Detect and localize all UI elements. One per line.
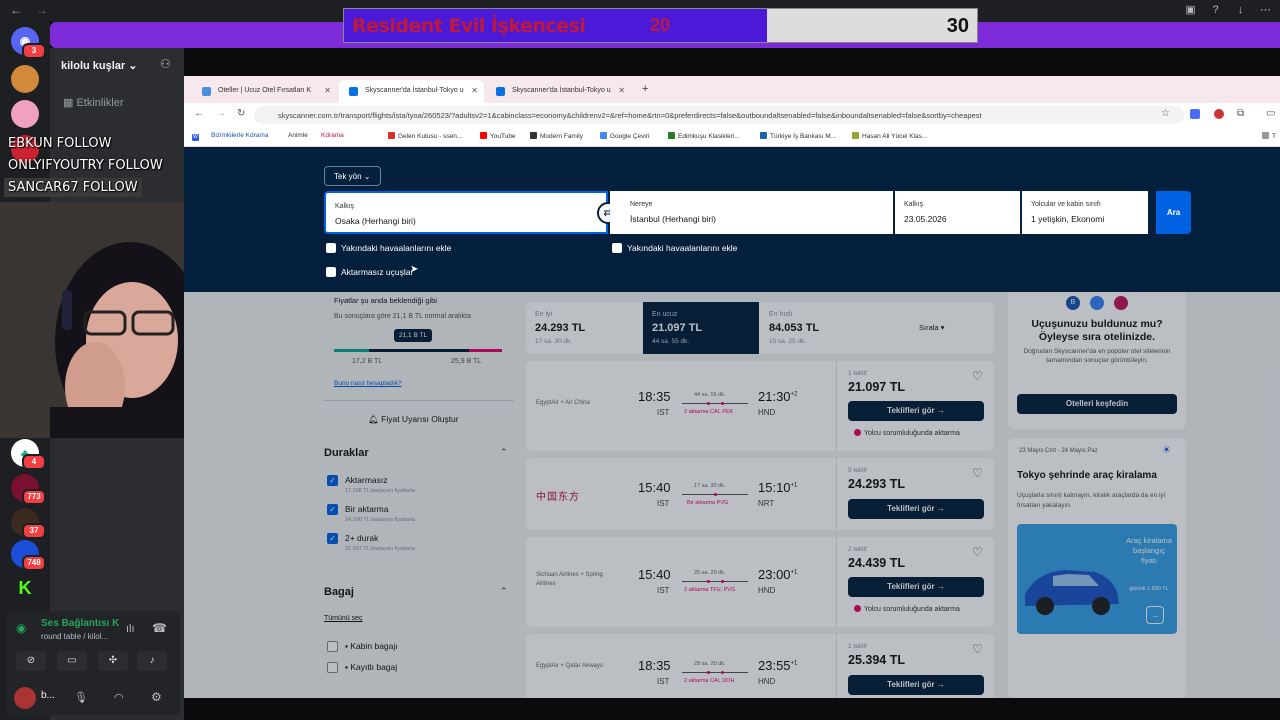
badge: 773 <box>22 489 46 505</box>
date-field[interactable]: Kalkış 23.05.2026 <box>895 191 1020 234</box>
poll-title: Resident Evil İşkencesi <box>352 15 586 37</box>
waveform-icon[interactable]: ılı <box>126 623 135 635</box>
extensions-puzzle-icon[interactable]: ⧉ <box>1237 108 1244 119</box>
disconnect-icon[interactable]: ☎ <box>152 621 167 635</box>
poll-value-right: 30 <box>946 15 969 37</box>
badge: 3 <box>22 43 46 59</box>
dim-overlay <box>184 292 1280 698</box>
direct-only-label: Aktarmasız uçuşlar <box>341 267 414 277</box>
passengers-value[interactable]: 1 yetişkin, Ekonomi <box>1031 214 1104 224</box>
reload-icon[interactable]: ↻ <box>237 108 245 119</box>
folder-icon[interactable]: T <box>1262 132 1276 140</box>
address-row: ← → ↻ skyscanner.com.tr/transport/flight… <box>184 103 1280 127</box>
help-icon[interactable]: ? <box>1209 4 1222 17</box>
badge: 4 <box>22 454 46 470</box>
follow-alert: SANCAR67 FOLLOW <box>4 178 142 197</box>
badge: 37 <box>22 523 46 539</box>
search-band: Tek yön ⌄ Kalkış Osaka (Herhangi biri) ⇄… <box>184 147 1280 292</box>
nearby-to-checkbox[interactable] <box>612 243 622 253</box>
extension-icon[interactable] <box>1190 109 1200 119</box>
nearby-from-label: Yakındaki havaalanlarını ekle <box>341 243 452 253</box>
server-icon[interactable] <box>11 65 39 93</box>
voice-channel[interactable]: round table / kilol... <box>41 632 108 641</box>
back-icon[interactable]: ← <box>194 108 204 119</box>
camera-off-icon[interactable]: ⊘ <box>16 651 46 671</box>
direct-only-checkbox[interactable] <box>326 267 336 277</box>
microphone-icon[interactable]: 🎙︎ <box>74 691 88 704</box>
bookmarks-bar: W Bizimkilerle Kdrama Animle Kdrama Gele… <box>184 127 1280 147</box>
poll-overlay: Resident Evil İşkencesi 20 30 <box>343 8 978 43</box>
bookmark[interactable]: Bizimkilerle Kdrama <box>211 132 268 139</box>
screen-share-icon[interactable]: ▭ <box>57 651 87 671</box>
from-label: Kalkış <box>335 203 355 210</box>
bookmark-star-icon[interactable]: ☆ <box>1161 108 1170 119</box>
bookmark-icon[interactable]: W <box>192 132 202 141</box>
to-value[interactable]: İstanbul (Herhangi biri) <box>630 214 716 224</box>
download-icon[interactable]: ↓ <box>1234 4 1247 17</box>
extension-icon[interactable] <box>1214 109 1224 119</box>
url-bar[interactable]: skyscanner.com.tr/transport/flights/ista… <box>254 106 1184 124</box>
browser-tab[interactable]: Oteller | Ucuz Otel Fırsatları K ✕ <box>192 80 337 103</box>
from-value[interactable]: Osaka (Herhangi biri) <box>335 216 416 226</box>
server-name[interactable]: kilolu kuşlar ⌄ <box>61 59 137 72</box>
tab-strip: Oteller | Ucuz Otel Fırsatları K ✕ Skysca… <box>184 76 1280 103</box>
bookmark[interactable]: Gelen Kutusu - ssen... <box>388 132 462 140</box>
date-value[interactable]: 23.05.2026 <box>904 214 947 224</box>
to-field[interactable]: Nereye İstanbul (Herhangi biri) <box>610 191 893 234</box>
kick-icon[interactable]: K <box>11 574 39 602</box>
add-member-icon[interactable]: ⚇ <box>160 57 171 71</box>
from-field[interactable]: Kalkış Osaka (Herhangi biri) <box>324 191 608 234</box>
bookmark[interactable]: Animle <box>288 132 308 139</box>
bookmark[interactable]: Türkiye İş Bankası M... <box>760 132 836 140</box>
signal-icon: ◉ <box>16 621 27 635</box>
nearby-from-checkbox[interactable] <box>326 243 336 253</box>
voice-panel: ◉ Ses Bağlantısı K round table / kilol..… <box>6 611 180 715</box>
date-label: Kalkış <box>904 201 924 208</box>
bookmark[interactable]: YouTube <box>480 132 516 140</box>
forward-icon[interactable]: → <box>216 108 226 119</box>
new-tab-icon[interactable]: + <box>642 83 648 95</box>
mouse-cursor-icon: ➤ <box>410 264 419 275</box>
browser-tab-active[interactable]: Skyscanner'da İstanbul-Tokyo u ✕ <box>339 80 484 103</box>
window-icon[interactable]: ▭ <box>1266 108 1275 119</box>
voice-status[interactable]: Ses Bağlantısı K <box>41 618 119 629</box>
bookmark[interactable]: Hasan Ali Yücel Klas... <box>852 132 927 140</box>
activities-icon[interactable]: ✣ <box>98 651 128 671</box>
soundboard-icon[interactable]: ♪ <box>137 651 167 671</box>
badge: 748 <box>22 555 46 571</box>
avatar[interactable] <box>14 687 36 709</box>
browser-window: Oteller | Ucuz Otel Fırsatları K ✕ Skysca… <box>184 76 1280 698</box>
settings-gear-icon[interactable]: ⚙ <box>151 690 162 704</box>
follow-alert: ONLYIFYOUTRY FOLLOW <box>8 158 163 173</box>
skyscanner-page: Tek yön ⌄ Kalkış Osaka (Herhangi biri) ⇄… <box>184 147 1280 698</box>
back-arrow-icon[interactable]: ← <box>10 3 22 17</box>
forward-arrow-icon[interactable]: → <box>36 3 48 17</box>
passengers-label: Yolcular ve kabin sınıfı <box>1031 201 1101 208</box>
nearby-to-label: Yakındaki havaalanlarını ekle <box>627 243 738 253</box>
bookmark[interactable]: Google Çeviri <box>600 132 649 140</box>
follow-alert: EBKUN FOLLOW <box>8 136 112 151</box>
poll-value-left: 20 <box>650 15 671 35</box>
inbox-icon[interactable]: ▣ <box>1184 4 1197 17</box>
user-name[interactable]: b... <box>41 690 55 701</box>
bottom-bar <box>184 698 1280 720</box>
server-icon[interactable] <box>11 100 39 128</box>
passengers-field[interactable]: Yolcular ve kabin sınıfı 1 yetişkin, Eko… <box>1022 191 1148 234</box>
events-item[interactable]: ▦ Etkinlikler <box>63 96 124 109</box>
window-menu-icon[interactable]: ⋯ <box>1259 4 1272 17</box>
bookmark[interactable]: Edimkuşu Klasikleri... <box>668 132 740 140</box>
bookmark[interactable]: Modern Family <box>530 132 583 140</box>
headphones-icon[interactable]: ◠ <box>114 691 124 704</box>
browser-tab[interactable]: Skyscanner'da İstanbul-Tokyo u ✕ <box>486 80 631 103</box>
search-button[interactable]: Ara <box>1156 191 1191 234</box>
trip-type-dropdown[interactable]: Tek yön ⌄ <box>324 166 381 186</box>
to-label: Nereye <box>630 201 653 208</box>
bookmark[interactable]: Kdrama <box>321 132 344 139</box>
